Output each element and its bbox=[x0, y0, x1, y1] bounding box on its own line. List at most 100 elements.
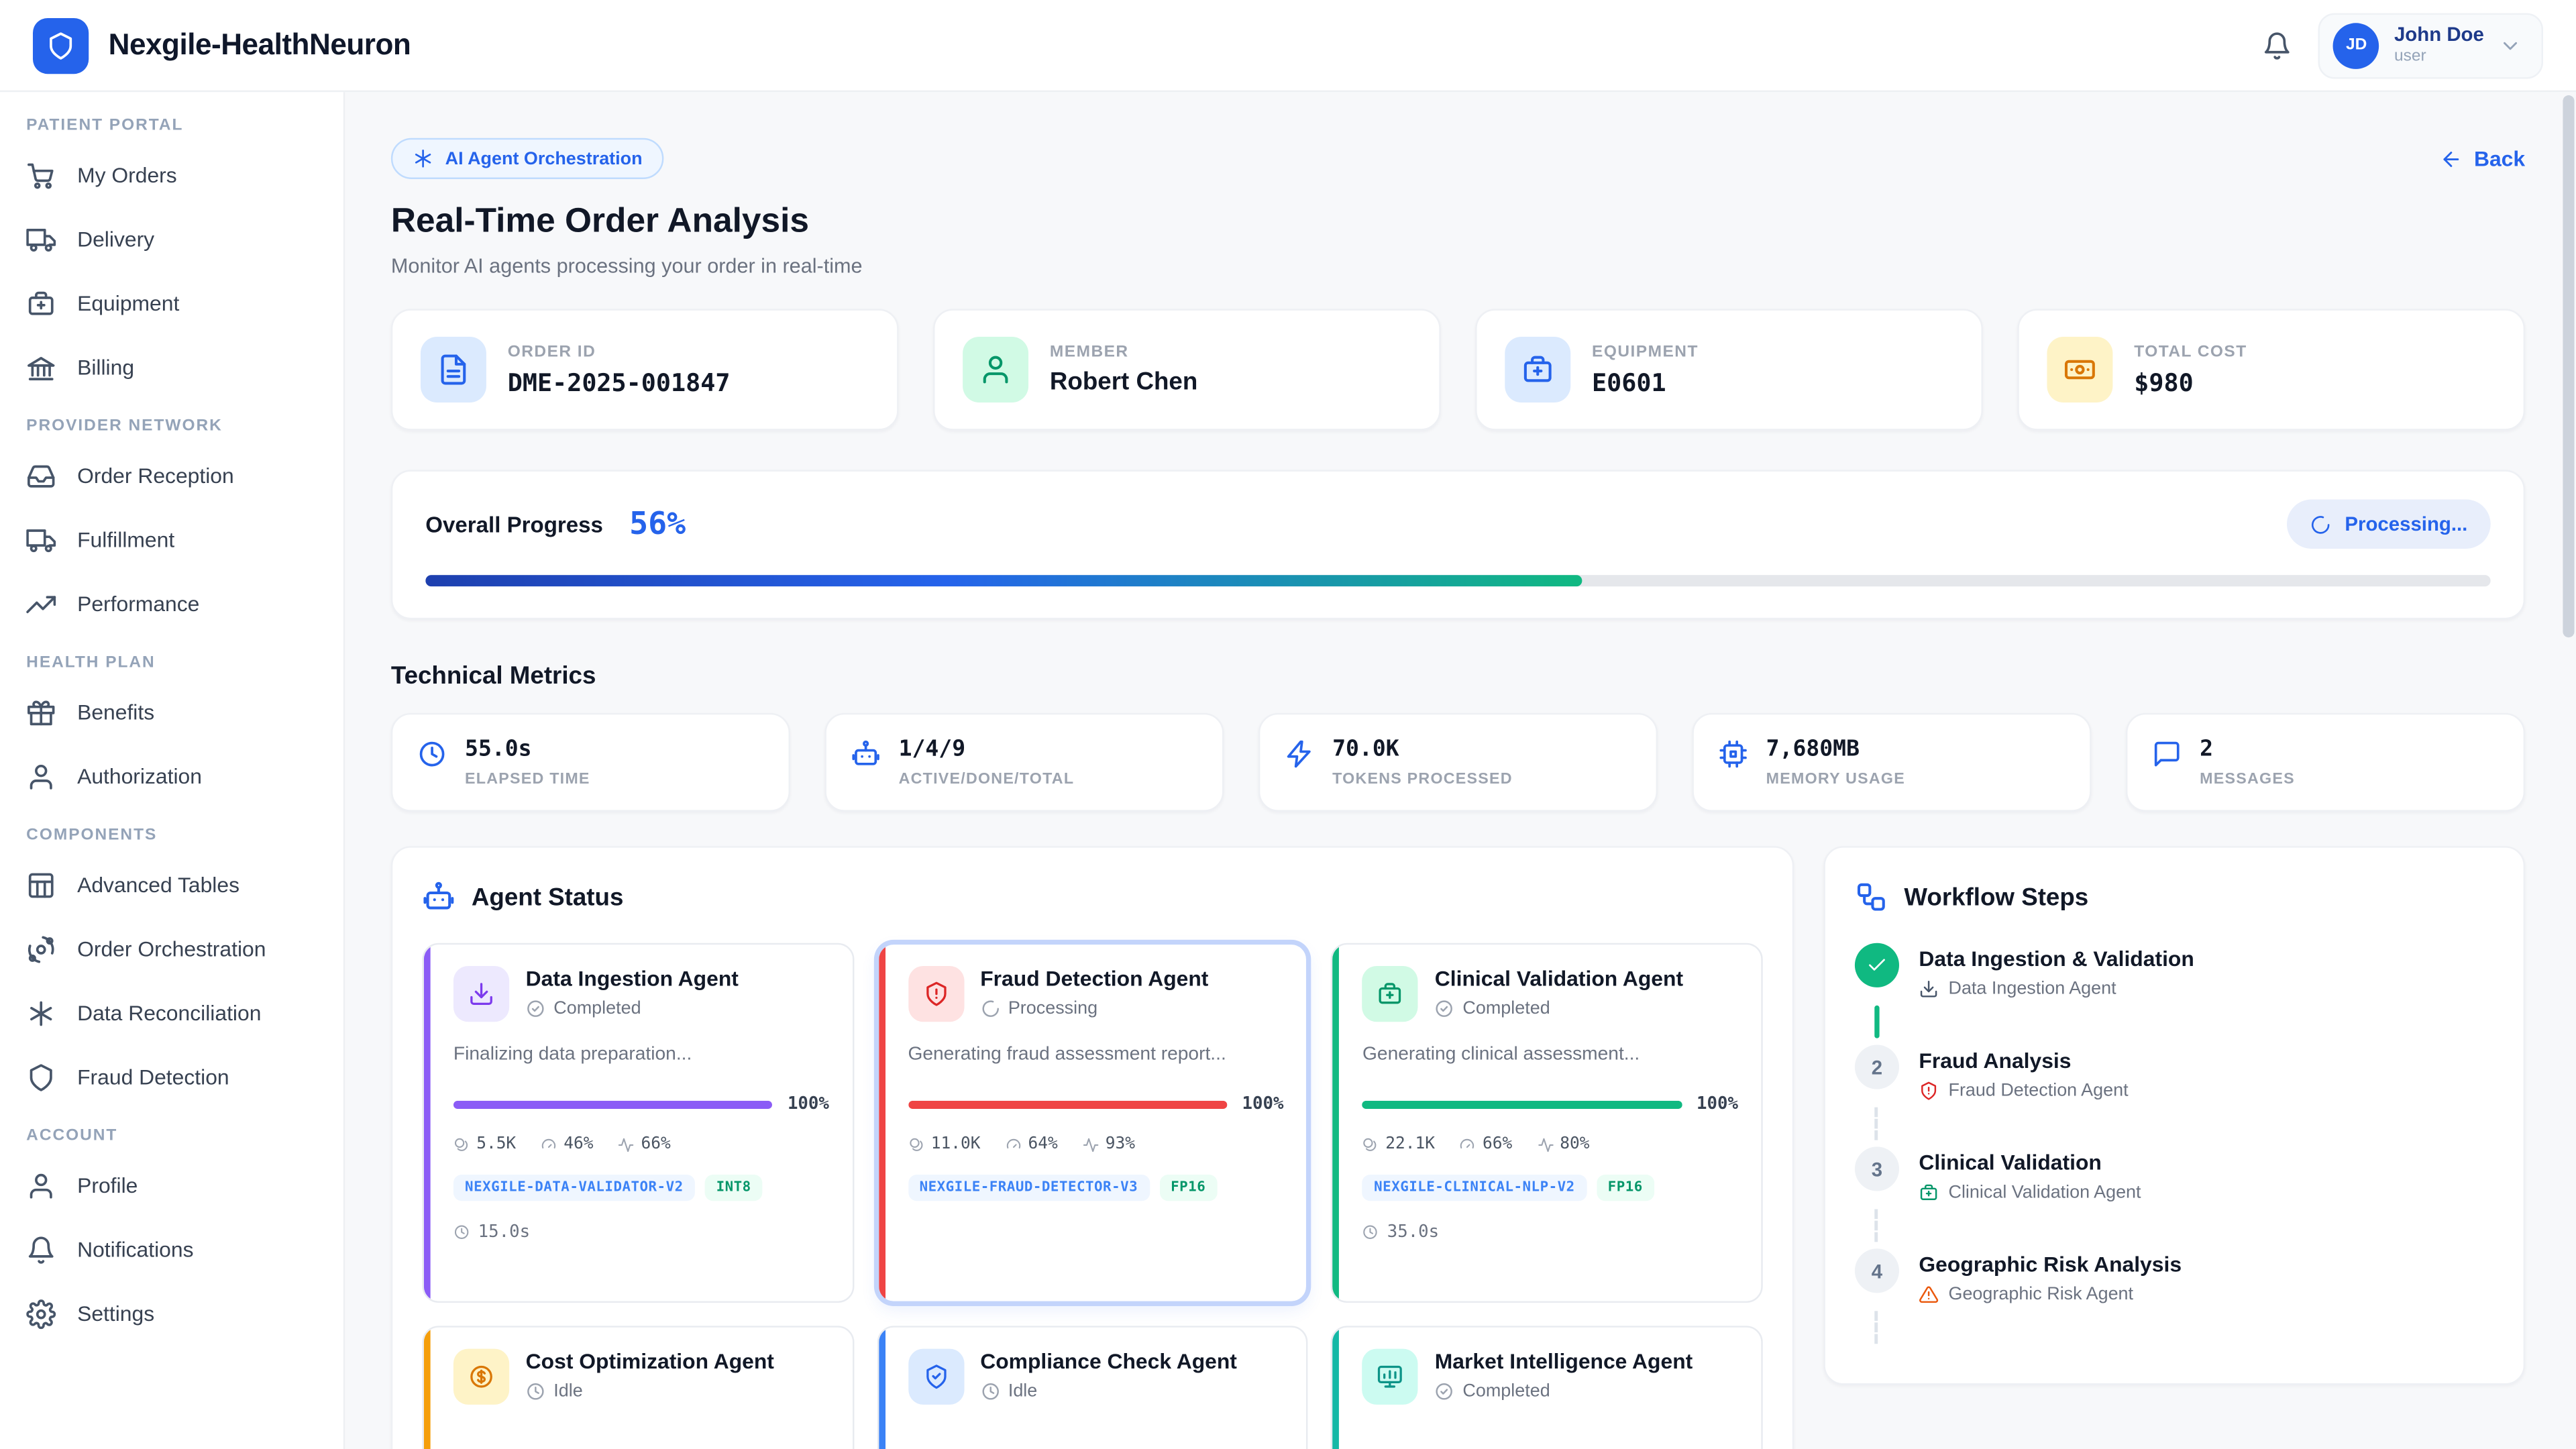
workflow-icon bbox=[1855, 881, 1888, 914]
metric-label: ELAPSED TIME bbox=[465, 771, 590, 789]
technical-metrics-heading: Technical Metrics bbox=[391, 662, 2525, 690]
agent-status-label: Completed bbox=[1462, 1381, 1550, 1401]
activity-icon bbox=[1537, 1136, 1553, 1152]
inbox-icon bbox=[26, 461, 56, 490]
metric-value: 2 bbox=[2200, 736, 2295, 762]
step-title: Clinical Validation bbox=[1919, 1146, 2141, 1175]
alert-triangle-icon bbox=[1919, 1285, 1938, 1304]
agent-message: Generating clinical assessment... bbox=[1362, 1045, 1738, 1070]
topbar-actions: JD John Doe user bbox=[2263, 12, 2543, 78]
sidebar-item-fraud-detection[interactable]: Fraud Detection bbox=[0, 1045, 343, 1110]
step-title: Geographic Risk Analysis bbox=[1919, 1248, 2182, 1277]
download-icon bbox=[468, 981, 494, 1007]
step-title: Fraud Analysis bbox=[1919, 1045, 2128, 1073]
clock-icon bbox=[1362, 1224, 1379, 1240]
sidebar-item-label: My Orders bbox=[77, 162, 177, 187]
order-id-card: ORDER ID DME-2025-001847 bbox=[391, 309, 899, 430]
sidebar: PATIENT PORTAL My Orders Delivery Equipm… bbox=[0, 92, 345, 1449]
sidebar-item-authorization[interactable]: Authorization bbox=[0, 744, 343, 808]
arrow-left-icon bbox=[2440, 147, 2463, 170]
notifications-bell-icon[interactable] bbox=[2263, 30, 2292, 60]
sidebar-item-my-orders[interactable]: My Orders bbox=[0, 143, 343, 207]
user-meta: John Doe user bbox=[2394, 24, 2484, 66]
agent-progress-fill bbox=[453, 1100, 773, 1108]
sparkle-icon bbox=[413, 148, 434, 169]
sidebar-item-order-reception[interactable]: Order Reception bbox=[0, 443, 343, 508]
sidebar-item-profile[interactable]: Profile bbox=[0, 1153, 343, 1218]
app-title: Nexgile-HealthNeuron bbox=[109, 28, 411, 62]
agent-card-compliance-check[interactable]: Compliance Check Agent Idle bbox=[877, 1326, 1308, 1449]
workflow-step-geographic-risk: 4 Geographic Risk Analysis Geographic Ri… bbox=[1855, 1248, 2494, 1304]
member-card: MEMBER Robert Chen bbox=[933, 309, 1441, 430]
shield-alert-icon bbox=[1919, 1081, 1938, 1100]
sidebar-item-label: Settings bbox=[77, 1301, 154, 1326]
back-button[interactable]: Back bbox=[2440, 146, 2526, 171]
progress-percent: 56% bbox=[629, 506, 686, 542]
badge-label: AI Agent Orchestration bbox=[445, 149, 643, 168]
sidebar-item-label: Order Orchestration bbox=[77, 936, 266, 961]
user-icon bbox=[26, 761, 56, 791]
overall-progress-card: Overall Progress 56% Processing... bbox=[391, 470, 2525, 619]
model-tag: NEXGILE-FRAUD-DETECTOR-V3 bbox=[908, 1175, 1149, 1201]
shield-alert-icon bbox=[922, 981, 949, 1007]
sidebar-item-benefits[interactable]: Benefits bbox=[0, 680, 343, 745]
metric-label: ACTIVE/DONE/TOTAL bbox=[899, 771, 1075, 789]
memory-usage-card: 7,680MB MEMORY USAGE bbox=[1692, 713, 2091, 812]
truck-icon bbox=[26, 224, 56, 254]
topbar: Nexgile-HealthNeuron JD John Doe user bbox=[0, 0, 2576, 92]
coin-icon bbox=[453, 1349, 509, 1405]
activity-icon bbox=[1082, 1136, 1098, 1152]
message-icon bbox=[2152, 739, 2182, 769]
sidebar-item-equipment[interactable]: Equipment bbox=[0, 271, 343, 335]
agent-progress-label: 100% bbox=[788, 1094, 829, 1114]
step-connector bbox=[1874, 1006, 1879, 1038]
bell-icon bbox=[26, 1234, 56, 1264]
order-summary-row: ORDER ID DME-2025-001847 MEMBER Robert C… bbox=[391, 309, 2525, 430]
sidebar-item-advanced-tables[interactable]: Advanced Tables bbox=[0, 853, 343, 917]
sidebar-item-fulfillment[interactable]: Fulfillment bbox=[0, 508, 343, 572]
sidebar-item-settings[interactable]: Settings bbox=[0, 1281, 343, 1346]
agent-status-panel: Agent Status Data Ingestion Agent Comple… bbox=[391, 846, 1794, 1449]
page-scrollbar[interactable] bbox=[2563, 95, 2574, 637]
back-label: Back bbox=[2474, 146, 2525, 171]
sidebar-item-performance[interactable]: Performance bbox=[0, 572, 343, 636]
agent-status-label: Processing bbox=[1008, 998, 1097, 1018]
check-circle-icon bbox=[526, 998, 545, 1018]
agent-status-label: Idle bbox=[1008, 1381, 1037, 1401]
sidebar-item-label: Notifications bbox=[77, 1237, 193, 1262]
sidebar-item-billing[interactable]: Billing bbox=[0, 335, 343, 400]
agent-cpu: 64% bbox=[1028, 1135, 1057, 1153]
shield-icon bbox=[46, 30, 76, 60]
agent-card-fraud-detection[interactable]: Fraud Detection Agent Processing Generat… bbox=[877, 943, 1308, 1303]
agent-progress-fill bbox=[908, 1100, 1227, 1108]
total-cost-card: TOTAL COST $980 bbox=[2017, 309, 2525, 430]
quantization-tag: FP16 bbox=[1159, 1175, 1217, 1201]
gauge-icon bbox=[541, 1136, 557, 1152]
coin-icon bbox=[468, 1364, 494, 1390]
metric-value: 55.0s bbox=[465, 736, 590, 762]
sidebar-section-provider-network: PROVIDER NETWORK bbox=[0, 399, 343, 443]
agent-card-market-intelligence[interactable]: Market Intelligence Agent Completed bbox=[1331, 1326, 1762, 1449]
sidebar-item-data-reconciliation[interactable]: Data Reconciliation bbox=[0, 981, 343, 1045]
sidebar-item-label: Delivery bbox=[77, 227, 154, 252]
sidebar-item-label: Benefits bbox=[77, 700, 154, 724]
user-icon bbox=[979, 354, 1012, 386]
briefcase-medical-icon bbox=[1377, 981, 1403, 1007]
agent-cpu: 66% bbox=[1483, 1135, 1512, 1153]
technical-metrics-row: 55.0s ELAPSED TIME 1/4/9 ACTIVE/DONE/TOT… bbox=[391, 713, 2525, 812]
agent-progress-track bbox=[1362, 1100, 1682, 1108]
progress-bar-fill bbox=[425, 575, 1582, 586]
sidebar-item-delivery[interactable]: Delivery bbox=[0, 207, 343, 272]
gear-icon bbox=[26, 1299, 56, 1328]
agent-card-data-ingestion[interactable]: Data Ingestion Agent Completed Finalizin… bbox=[422, 943, 853, 1303]
monitor-chart-icon bbox=[1362, 1349, 1418, 1405]
sidebar-item-order-orchestration[interactable]: Order Orchestration bbox=[0, 917, 343, 981]
file-icon bbox=[421, 337, 486, 402]
progress-bar-track bbox=[425, 575, 2490, 586]
user-menu[interactable]: JD John Doe user bbox=[2318, 12, 2543, 78]
agent-card-cost-optimization[interactable]: Cost Optimization Agent Idle bbox=[422, 1326, 853, 1449]
agent-card-clinical-validation[interactable]: Clinical Validation Agent Completed Gene… bbox=[1331, 943, 1762, 1303]
table-icon bbox=[26, 870, 56, 900]
sidebar-item-notifications[interactable]: Notifications bbox=[0, 1218, 343, 1282]
trending-up-icon bbox=[26, 589, 56, 619]
